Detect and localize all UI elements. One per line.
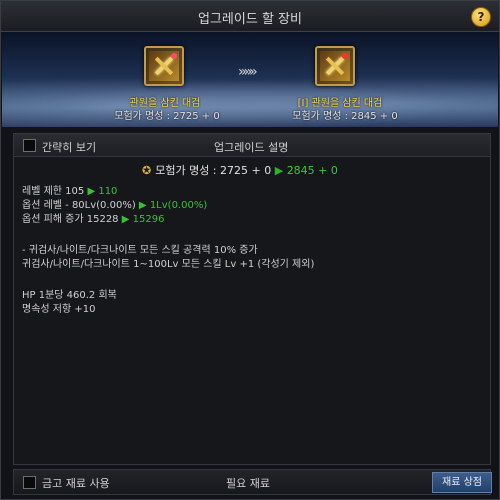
equipment-banner: »»» 관원을 삼킨 대검 [I] 관원을 삼킨 대검 모험가 명성 : 272… [2, 32, 498, 127]
upgrade-arrow-icon: »»» [238, 64, 258, 80]
upgrade-description-panel: 간략히 보기 업그레이드 설명 ✪ 모험가 명성 : 2725 + 0 ▶ 284… [13, 133, 491, 465]
rank-change-line: ✪ 모험가 명성 : 2725 + 0 ▶ 2845 + 0 [142, 164, 338, 177]
regen-desc-line: HP 1분당 460.2 회복 [22, 290, 117, 301]
help-icon[interactable]: ? [471, 7, 491, 27]
rank-icon: ✪ [142, 164, 152, 177]
materials-footer: 금고 재료 사용 필요 재료 재료 상점 [13, 469, 492, 495]
stat-line: 레벨 제한 105 ▶ 110 [22, 186, 118, 197]
skill-desc-line: - 귀검사/나이트/다크나이트 모든 스킬 공격력 10% 증가 [22, 245, 258, 256]
resist-desc-line: 명속성 저항 +10 [22, 304, 96, 315]
use-bank-checkbox[interactable] [23, 476, 36, 489]
panel-title: 업그레이드 설명 [214, 141, 289, 154]
stat-line: 옵션 레벨 - 80Lv(0.00%) ▶ 1Lv(0.00%) [22, 200, 208, 211]
panel-header: 간략히 보기 업그레이드 설명 [14, 134, 490, 157]
greatsword-icon [320, 51, 350, 81]
materials-title: 필요 재료 [226, 477, 270, 490]
target-item-slot[interactable] [315, 46, 355, 86]
upgrade-window: 업그레이드 할 장비 ? »»» 관원을 삼킨 대검 [I] 관원을 삼킨 대검… [0, 0, 500, 500]
title-bar[interactable]: 업그레이드 할 장비 ? [1, 1, 499, 32]
target-item-rank: 모험가 명성 : 2845 + 0 [292, 111, 398, 122]
window-title: 업그레이드 할 장비 [198, 12, 302, 27]
use-bank-label[interactable]: 금고 재료 사용 [42, 475, 110, 491]
simple-view-label[interactable]: 간략히 보기 [42, 139, 96, 155]
greatsword-icon [149, 51, 179, 81]
stat-line: 옵션 피해 증가 15228 ▶ 15296 [22, 214, 165, 225]
source-item-slot[interactable] [144, 46, 184, 86]
source-item-rank: 모험가 명성 : 2725 + 0 [114, 111, 220, 122]
simple-view-checkbox[interactable] [23, 139, 36, 152]
material-shop-button[interactable]: 재료 상점 [432, 472, 492, 493]
skill-desc-line: 귀검사/나이트/다크나이트 1~100Lv 모든 스킬 Lv +1 (각성기 제… [22, 259, 315, 270]
